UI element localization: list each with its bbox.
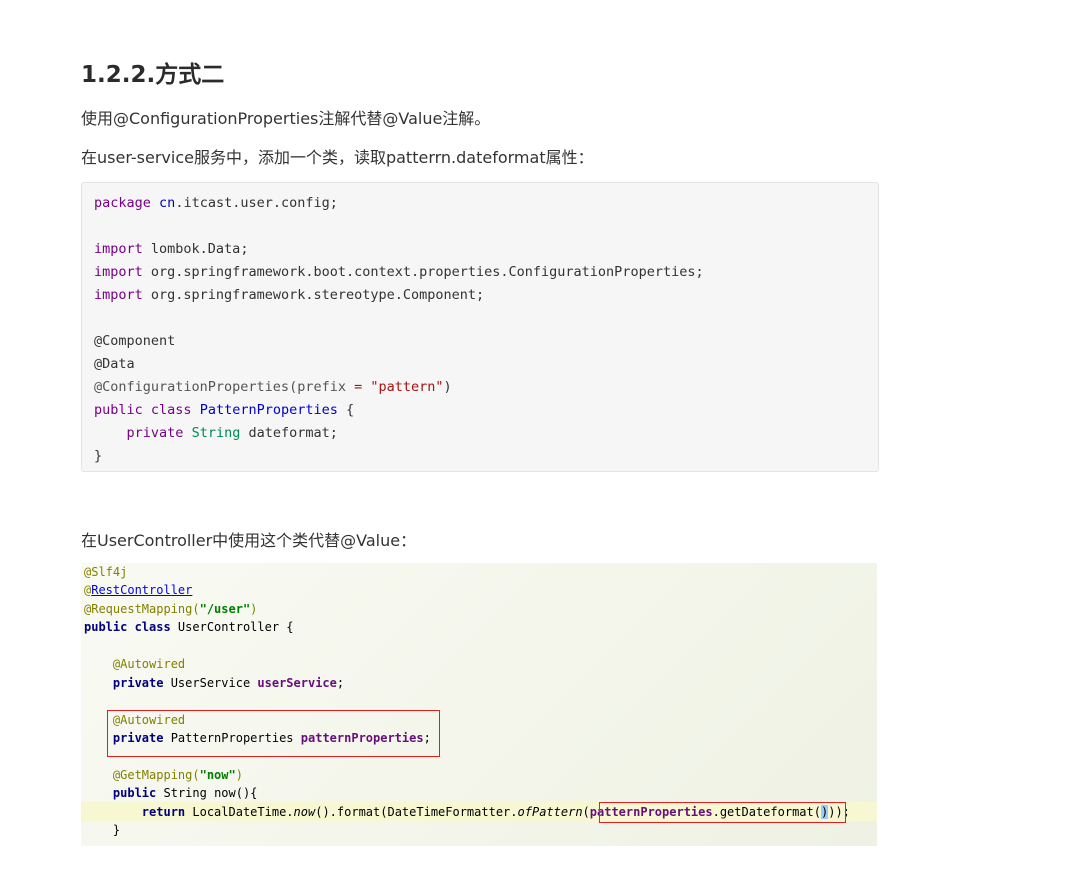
code-line: public class PatternProperties { <box>94 402 355 418</box>
code-line: @Data <box>94 356 135 372</box>
code-line: @RestController <box>84 583 193 597</box>
code-line: import lombok.Data; <box>94 241 249 257</box>
code-line: @GetMapping("now") <box>112 768 243 782</box>
code-line: @RequestMapping("/user") <box>84 602 258 616</box>
code-line: @ConfigurationProperties(prefix = "patte… <box>94 379 452 395</box>
code-line: @Slf4j <box>84 565 128 579</box>
code-line: package cn.itcast.user.config; <box>94 195 338 211</box>
code-line: public String now(){ <box>112 786 258 800</box>
code-line: } <box>94 448 103 464</box>
intro-paragraph: 使用@ConfigurationProperties注解代替@Value注解。 <box>81 109 491 128</box>
code-line: import org.springframework.stereotype.Co… <box>94 287 485 303</box>
code-line: import org.springframework.boot.context.… <box>94 264 704 280</box>
ide-screenshot-user-controller: @Slf4j @RestController @RequestMapping("… <box>81 563 877 846</box>
controller-paragraph: 在UserController中使用这个类代替@Value： <box>81 531 417 550</box>
highlight-box-autowired-field <box>107 710 440 757</box>
code-line: @Autowired <box>112 657 186 671</box>
code-line: } <box>112 823 121 837</box>
rest-controller-link[interactable]: RestController <box>91 583 192 597</box>
code-block-pattern-properties: package cn.itcast.user.config; import lo… <box>81 182 879 472</box>
highlight-box-getter-call <box>599 802 846 823</box>
section-heading: 1.2.2.方式二 <box>81 62 225 88</box>
code-line: public class UserController { <box>84 620 294 634</box>
instruction-paragraph: 在user-service服务中，添加一个类，读取patterrn.datefo… <box>81 148 594 167</box>
code-line: private UserService userService; <box>112 676 345 690</box>
code-line: private String dateformat; <box>126 425 338 441</box>
code-line: @Component <box>94 333 176 349</box>
